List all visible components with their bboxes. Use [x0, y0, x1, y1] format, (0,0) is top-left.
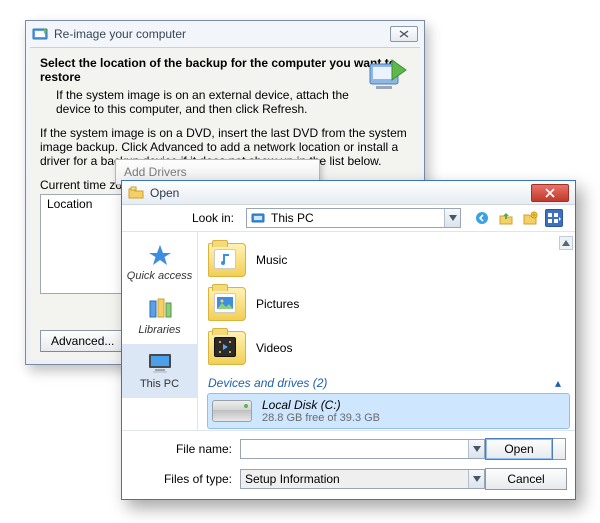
folder-label: Videos	[256, 341, 292, 355]
collapse-caret-icon[interactable]: ▴	[555, 376, 561, 390]
places-bar: Quick access Libraries This PC	[122, 232, 198, 430]
folder-label: Music	[256, 253, 287, 267]
folder-icon	[208, 331, 246, 365]
filename-combobox[interactable]	[240, 439, 485, 459]
back-icon[interactable]	[473, 209, 491, 227]
folder-label: Pictures	[256, 297, 299, 311]
wizard-subtext: If the system image is on an external de…	[56, 88, 356, 116]
place-quick-access[interactable]: Quick access	[122, 236, 197, 290]
place-this-pc[interactable]: This PC	[122, 344, 197, 398]
quick-access-icon	[124, 242, 195, 268]
up-one-level-icon[interactable]	[497, 209, 515, 227]
open-titlebar[interactable]: Open	[122, 181, 575, 205]
advanced-button[interactable]: Advanced...	[40, 330, 125, 352]
place-label: Libraries	[124, 324, 195, 336]
picture-icon	[214, 293, 236, 313]
filetype-combobox[interactable]: Setup Information	[240, 469, 485, 489]
lookin-dropdown[interactable]: This PC	[246, 208, 461, 228]
folder-music[interactable]: Music	[208, 238, 569, 282]
place-label: Quick access	[124, 270, 195, 282]
place-label: This PC	[124, 378, 195, 390]
folder-videos[interactable]: Videos	[208, 326, 569, 370]
open-dialog-footer: File name: Open Files of type: Setup Inf…	[122, 430, 575, 499]
filetype-value: Setup Information	[245, 472, 340, 486]
wizard-close-button[interactable]	[390, 26, 418, 42]
folder-icon	[208, 287, 246, 321]
libraries-icon	[124, 296, 195, 322]
hard-drive-icon	[212, 400, 252, 422]
lookin-value: This PC	[271, 211, 314, 225]
wizard-illustration	[366, 54, 410, 98]
lookin-label: Look in:	[122, 211, 240, 225]
lookin-toolbar	[473, 209, 563, 227]
filename-label: File name:	[122, 442, 240, 456]
scroll-up-button[interactable]	[559, 236, 573, 250]
devices-section-header[interactable]: Devices and drives (2) ▴	[208, 376, 569, 390]
chevron-down-icon[interactable]	[468, 470, 484, 488]
wizard-titlebar[interactable]: Re-image your computer	[26, 21, 424, 47]
open-button[interactable]: Open	[485, 438, 553, 460]
music-note-icon	[214, 249, 236, 269]
file-listing[interactable]: Music Pictures Videos Dev	[198, 232, 575, 430]
open-app-icon	[128, 185, 144, 201]
open-title: Open	[150, 186, 179, 200]
chevron-down-icon[interactable]	[468, 440, 484, 458]
cancel-button[interactable]: Cancel	[485, 468, 567, 490]
views-menu-icon[interactable]	[545, 209, 563, 227]
section-label: Devices and drives (2)	[208, 376, 327, 390]
folder-pictures[interactable]: Pictures	[208, 282, 569, 326]
filetype-label: Files of type:	[122, 472, 240, 486]
drive-name: Local Disk (C:)	[262, 398, 380, 412]
open-dialog: Open Look in: This PC	[121, 180, 576, 500]
this-pc-icon	[124, 350, 195, 376]
folder-icon	[208, 243, 246, 277]
new-folder-icon[interactable]	[521, 209, 539, 227]
drive-boot-x[interactable]: Boot (X:) 506 MB free of 509 MB	[208, 428, 569, 430]
lookin-row: Look in: This PC	[122, 205, 575, 231]
open-split-dropdown[interactable]	[553, 438, 566, 460]
video-icon	[214, 337, 236, 357]
wizard-app-icon	[32, 26, 48, 42]
drive-freespace: 28.8 GB free of 39.3 GB	[262, 412, 380, 424]
open-close-button[interactable]	[531, 184, 569, 202]
drive-local-disk-c[interactable]: Local Disk (C:) 28.8 GB free of 39.3 GB	[208, 394, 569, 428]
place-libraries[interactable]: Libraries	[122, 290, 197, 344]
chevron-down-icon[interactable]	[444, 209, 460, 227]
wizard-heading: Select the location of the backup for th…	[40, 56, 410, 84]
add-drivers-title: Add Drivers	[124, 165, 187, 179]
wizard-title: Re-image your computer	[54, 27, 186, 41]
